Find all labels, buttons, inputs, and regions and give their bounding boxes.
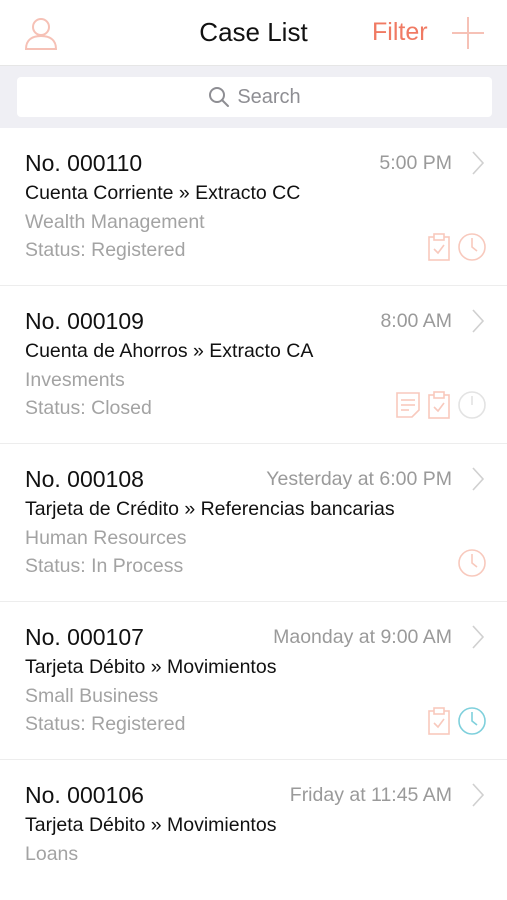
navigation-bar: Case List Filter: [0, 0, 507, 66]
case-subject: Cuenta de Ahorros » Extracto CA: [25, 340, 314, 362]
case-subject: Tarjeta de Crédito » Referencias bancari…: [25, 498, 395, 520]
chevron-right-icon: [472, 151, 485, 175]
clipboard-check-icon: [428, 391, 450, 419]
case-number: No. 000109: [25, 308, 144, 334]
search-input[interactable]: Search: [17, 77, 492, 117]
clock-icon-active: [458, 707, 486, 735]
plus-icon[interactable]: [450, 15, 486, 51]
case-number: No. 000110: [25, 150, 143, 176]
case-department: Human Resources: [25, 527, 187, 549]
case-department: Invesments: [25, 369, 125, 391]
case-row[interactable]: No. 000108 Yesterday at 6:00 PM Tarjeta …: [0, 444, 507, 602]
search-bar: Search: [0, 66, 507, 128]
case-number: No. 000108: [25, 466, 144, 492]
chevron-right-icon: [472, 783, 485, 807]
case-status: Status: Closed: [25, 397, 152, 419]
case-list: No. 000110 5:00 PM Cuenta Corriente » Ex…: [0, 128, 507, 900]
case-row[interactable]: No. 000109 8:00 AM Cuenta de Ahorros » E…: [0, 286, 507, 444]
clock-icon: [458, 391, 486, 419]
search-icon: [209, 87, 230, 107]
case-time: Maonday at 9:00 AM: [273, 626, 452, 648]
case-status: Status: Registered: [25, 239, 186, 261]
case-time: Friday at 11:45 AM: [289, 784, 452, 806]
case-department: Wealth Management: [25, 211, 205, 233]
case-status-icons: [427, 706, 487, 736]
case-department: Small Business: [25, 685, 159, 707]
clock-icon: [458, 549, 486, 577]
case-status-icons: [395, 390, 487, 420]
case-row[interactable]: No. 000110 5:00 PM Cuenta Corriente » Ex…: [0, 128, 507, 286]
page-title: Case List: [199, 17, 308, 47]
chevron-right-icon: [472, 625, 485, 649]
chevron-right-icon: [472, 467, 485, 491]
case-status: Status: Registered: [25, 713, 186, 735]
case-time: 5:00 PM: [379, 152, 452, 174]
clipboard-check-icon: [428, 233, 450, 261]
notes-icon: [396, 392, 420, 418]
case-status-icons: [427, 232, 487, 262]
case-status: Status: In Process: [25, 555, 184, 577]
case-time: 8:00 AM: [380, 310, 452, 332]
case-status-icons: [457, 548, 487, 578]
clock-icon: [458, 233, 486, 261]
case-number: No. 000106: [25, 782, 144, 808]
case-number: No. 000107: [25, 624, 144, 650]
search-placeholder: Search: [237, 85, 301, 108]
case-department: Loans: [25, 843, 79, 865]
filter-button[interactable]: Filter: [372, 18, 428, 47]
case-row[interactable]: No. 000107 Maonday at 9:00 AM Tarjeta Dé…: [0, 602, 507, 760]
chevron-right-icon: [472, 309, 485, 333]
case-row[interactable]: No. 000106 Friday at 11:45 AM Tarjeta Dé…: [0, 760, 507, 900]
clipboard-check-icon: [428, 707, 450, 735]
case-subject: Tarjeta Débito » Movimientos: [25, 656, 277, 678]
case-subject: Cuenta Corriente » Extracto CC: [25, 182, 301, 204]
case-time: Yesterday at 6:00 PM: [266, 468, 452, 490]
case-subject: Tarjeta Débito » Movimientos: [25, 814, 277, 836]
